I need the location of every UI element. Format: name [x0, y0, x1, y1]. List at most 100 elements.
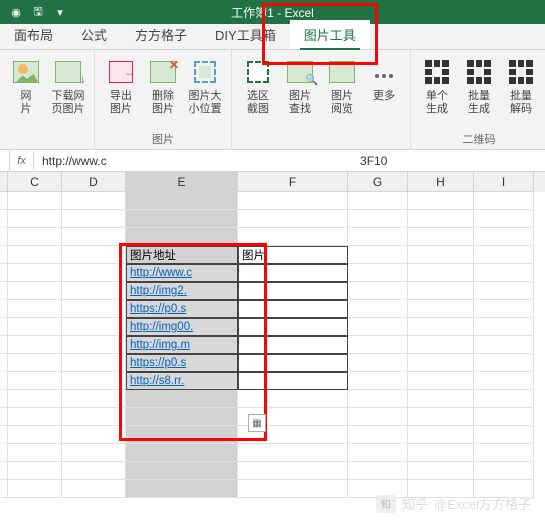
cell[interactable] — [126, 462, 238, 480]
cell[interactable] — [474, 246, 534, 264]
cell[interactable] — [348, 318, 408, 336]
cell[interactable] — [62, 264, 126, 282]
cell[interactable] — [238, 318, 348, 336]
cell[interactable] — [62, 318, 126, 336]
col-header-d[interactable]: D — [62, 172, 126, 192]
tab-layout[interactable]: 面布局 — [0, 20, 67, 49]
cell[interactable] — [8, 336, 62, 354]
cell[interactable] — [238, 282, 348, 300]
col-header-g[interactable]: G — [348, 172, 408, 192]
cell[interactable] — [0, 228, 8, 246]
cell[interactable] — [62, 480, 126, 498]
save-icon[interactable]: 🖫 — [30, 4, 46, 20]
cell[interactable] — [348, 462, 408, 480]
btn-qr-decode[interactable]: 批量 解码 — [501, 54, 541, 129]
cell[interactable] — [348, 300, 408, 318]
cell[interactable] — [0, 480, 8, 498]
cell[interactable] — [348, 408, 408, 426]
cell[interactable] — [408, 426, 474, 444]
cell[interactable] — [0, 246, 8, 264]
cell[interactable] — [474, 336, 534, 354]
cell[interactable] — [408, 372, 474, 390]
cell[interactable] — [408, 228, 474, 246]
btn-qr-single[interactable]: 单个 生成 — [417, 54, 457, 129]
cell[interactable] — [8, 408, 62, 426]
col-header[interactable] — [0, 172, 8, 192]
cell[interactable] — [0, 390, 8, 408]
btn-image-preview[interactable]: 图片 阅览 — [322, 54, 362, 145]
cell[interactable] — [348, 228, 408, 246]
cell[interactable] — [474, 354, 534, 372]
cell[interactable] — [348, 246, 408, 264]
cell[interactable] — [8, 192, 62, 210]
cell[interactable]: http://img00. — [126, 318, 238, 336]
cell[interactable] — [126, 192, 238, 210]
cell[interactable] — [62, 192, 126, 210]
cell[interactable] — [0, 408, 8, 426]
cell[interactable] — [62, 228, 126, 246]
cell[interactable] — [238, 372, 348, 390]
cell[interactable] — [8, 318, 62, 336]
cell[interactable] — [474, 390, 534, 408]
cell[interactable] — [408, 408, 474, 426]
btn-qr-batch[interactable]: 批量 生成 — [459, 54, 499, 129]
col-header-h[interactable]: H — [408, 172, 474, 192]
cell[interactable] — [408, 264, 474, 282]
cell[interactable] — [8, 426, 62, 444]
cell[interactable] — [238, 210, 348, 228]
cell[interactable] — [348, 264, 408, 282]
spreadsheet-grid[interactable]: C D E F G H I 图片地址图片http://www.chttp://i… — [0, 172, 545, 498]
cell[interactable] — [0, 192, 8, 210]
cell[interactable] — [238, 336, 348, 354]
fx-icon[interactable]: fx — [10, 152, 34, 170]
cell[interactable] — [8, 246, 62, 264]
cell[interactable] — [8, 390, 62, 408]
cell[interactable] — [62, 372, 126, 390]
cell[interactable] — [8, 300, 62, 318]
cell[interactable]: 图片 — [238, 246, 348, 264]
cell[interactable] — [348, 354, 408, 372]
cell[interactable] — [126, 228, 238, 246]
cell[interactable] — [0, 282, 8, 300]
cell[interactable] — [474, 372, 534, 390]
cell[interactable] — [238, 480, 348, 498]
cell[interactable] — [126, 408, 238, 426]
cell[interactable] — [474, 408, 534, 426]
cell[interactable] — [408, 444, 474, 462]
cell[interactable]: https://p0.s — [126, 300, 238, 318]
btn-export-image[interactable]: 导出 图片 — [101, 54, 141, 129]
tab-diy[interactable]: DIY工具箱 — [201, 20, 290, 49]
cell[interactable] — [408, 318, 474, 336]
cell[interactable] — [62, 426, 126, 444]
cell[interactable] — [474, 192, 534, 210]
cell[interactable] — [8, 462, 62, 480]
cell[interactable] — [0, 462, 8, 480]
cell[interactable] — [474, 300, 534, 318]
cell[interactable] — [8, 480, 62, 498]
cell[interactable] — [238, 354, 348, 372]
cell[interactable] — [0, 318, 8, 336]
cell[interactable] — [62, 444, 126, 462]
btn-web-pic[interactable]: 网 片 — [6, 54, 46, 145]
cell[interactable] — [408, 246, 474, 264]
cell[interactable] — [8, 354, 62, 372]
qat-dropdown-icon[interactable]: ▾ — [52, 4, 68, 20]
tab-image-tools[interactable]: 图片工具 — [290, 20, 370, 49]
tab-formulas[interactable]: 公式 — [67, 20, 121, 49]
cell[interactable] — [62, 354, 126, 372]
cell[interactable] — [474, 444, 534, 462]
cell[interactable] — [408, 354, 474, 372]
cell[interactable] — [8, 228, 62, 246]
cell[interactable]: http://img.m — [126, 336, 238, 354]
cell[interactable] — [0, 372, 8, 390]
cell[interactable] — [0, 354, 8, 372]
cell[interactable] — [408, 336, 474, 354]
btn-image-size-pos[interactable]: 图片大 小位置 — [185, 54, 225, 129]
cell[interactable] — [474, 228, 534, 246]
cell[interactable] — [62, 408, 126, 426]
cell[interactable] — [348, 390, 408, 408]
cell[interactable]: http://img2. — [126, 282, 238, 300]
cell[interactable] — [0, 426, 8, 444]
cell[interactable] — [238, 228, 348, 246]
btn-more[interactable]: 更多 — [364, 54, 404, 145]
